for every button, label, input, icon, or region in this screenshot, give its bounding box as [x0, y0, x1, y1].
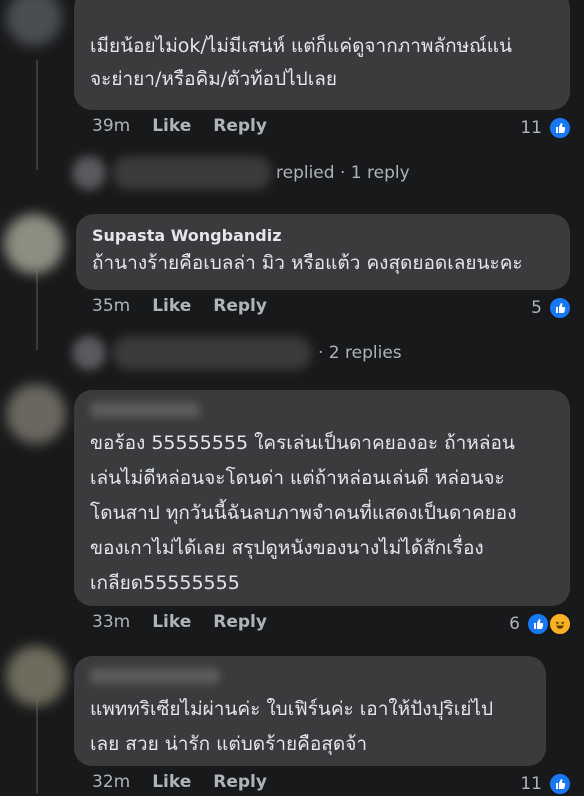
like-button[interactable]: Like	[152, 116, 191, 136]
comment-actions: 33m Like Reply	[92, 612, 267, 632]
like-icon	[548, 296, 572, 320]
reaction-count[interactable]: 6	[509, 612, 572, 636]
reply-button[interactable]: Reply	[213, 116, 267, 136]
comment-actions: 39m Like Reply	[92, 116, 267, 136]
replies-label: · 2 replies	[318, 343, 402, 363]
reply-name-blur	[112, 156, 272, 190]
comment-text: แพททริเซียไม่ผ่านค่ะ ใบเฟิร์นค่ะ เอาให้ป…	[90, 698, 494, 755]
avatar	[72, 336, 106, 370]
comment-author[interactable]: Supasta Wongbandiz	[92, 226, 554, 245]
like-button[interactable]: Like	[152, 296, 191, 316]
reply-button[interactable]: Reply	[213, 612, 267, 632]
reaction-number: 6	[509, 614, 520, 634]
comment-time[interactable]: 35m	[92, 296, 130, 316]
avatar	[72, 156, 106, 190]
view-replies-link[interactable]: replied · 1 reply	[72, 156, 410, 190]
thread-line	[36, 700, 38, 793]
view-replies-link[interactable]: · 2 replies	[72, 336, 402, 370]
author-name-blur	[90, 668, 220, 684]
comment-bubble: ขอร้อง 55555555 ใครเล่นเป็นดาคยองอะ ถ้าห…	[74, 390, 570, 606]
reply-name-blur	[112, 336, 312, 370]
reaction-number: 11	[520, 774, 542, 794]
avatar[interactable]	[6, 384, 66, 444]
author-name-blur	[90, 402, 200, 418]
comment-time[interactable]: 32m	[92, 772, 130, 792]
comment-bubble: แพททริเซียไม่ผ่านค่ะ ใบเฟิร์นค่ะ เอาให้ป…	[74, 656, 546, 766]
avatar[interactable]	[4, 214, 64, 274]
reply-button[interactable]: Reply	[213, 772, 267, 792]
comment-time[interactable]: 39m	[92, 116, 130, 136]
comment-bubble: Supasta Wongbandiz ถ้านางร้ายคือเบลล่า ม…	[76, 214, 570, 290]
comment-text: ถ้านางร้ายคือเบลล่า มิว หรือแต้ว คงสุดยอ…	[92, 252, 523, 274]
reply-button[interactable]: Reply	[213, 296, 267, 316]
thread-line	[36, 60, 38, 170]
avatar[interactable]	[6, 646, 66, 706]
reaction-number: 5	[531, 298, 542, 318]
thread-line	[36, 270, 38, 350]
replies-label: replied · 1 reply	[276, 163, 410, 183]
reaction-count[interactable]: 5	[531, 296, 572, 320]
like-button[interactable]: Like	[152, 612, 191, 632]
comment-actions: 32m Like Reply	[92, 772, 267, 792]
comment-text: เมียน้อยไม่ok/ไม่มีเสน่ห์ แต่ก็แค่ดูจากภ…	[90, 35, 512, 90]
reaction-count[interactable]: 11	[520, 772, 572, 796]
like-icon	[526, 612, 550, 636]
reaction-count[interactable]: 11	[520, 116, 572, 140]
reaction-number: 11	[520, 118, 542, 138]
haha-icon	[548, 612, 572, 636]
comment-time[interactable]: 33m	[92, 612, 130, 632]
like-button[interactable]: Like	[152, 772, 191, 792]
comment-text: ขอร้อง 55555555 ใครเล่นเป็นดาคยองอะ ถ้าห…	[90, 432, 517, 594]
like-icon	[548, 116, 572, 140]
avatar[interactable]	[6, 0, 62, 46]
like-icon	[548, 772, 572, 796]
comment-bubble: เมียน้อยไม่ok/ไม่มีเสน่ห์ แต่ก็แค่ดูจากภ…	[74, 0, 570, 110]
comment-actions: 35m Like Reply	[92, 296, 267, 316]
